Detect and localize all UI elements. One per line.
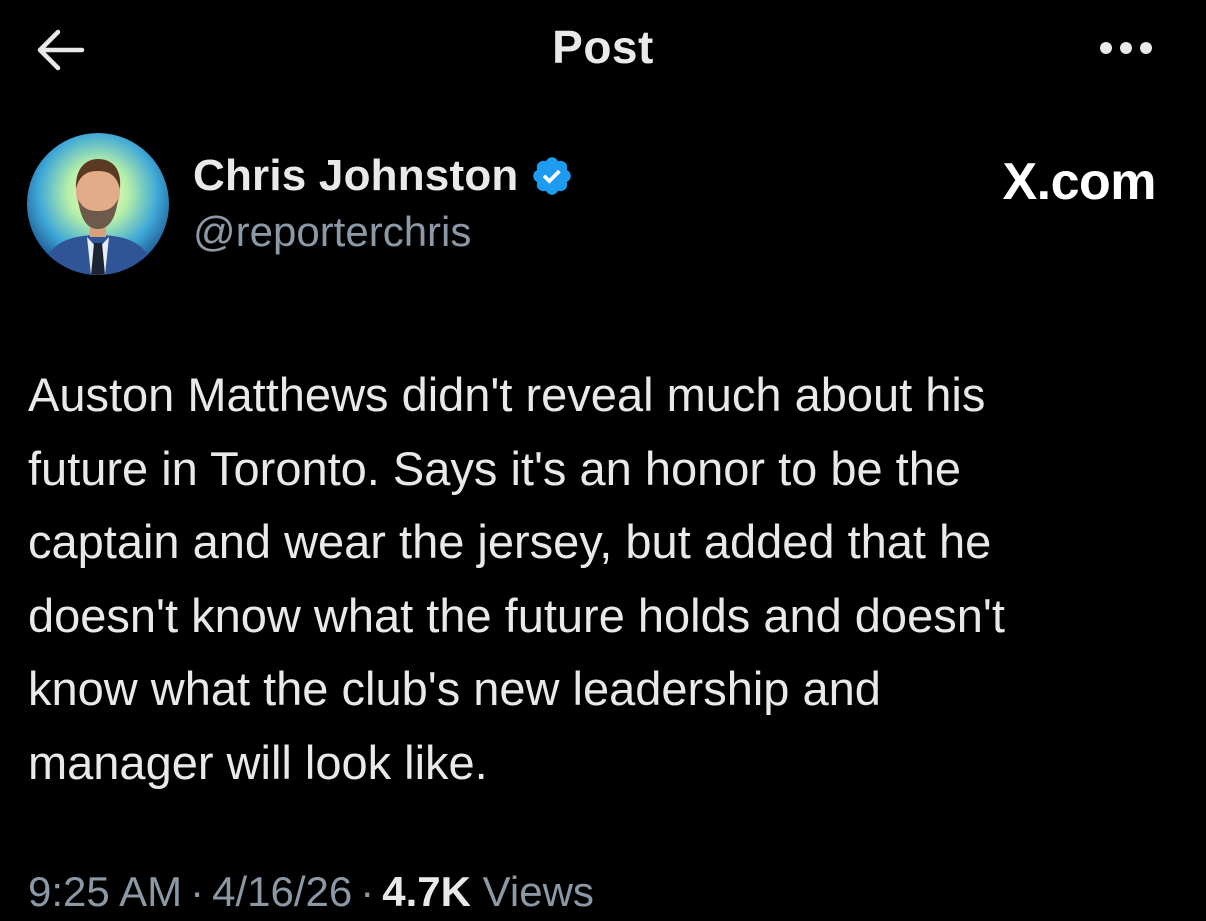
separator: · xyxy=(360,868,375,915)
tweet-text: Auston Matthews didn't reveal much about… xyxy=(28,368,1005,789)
separator: · xyxy=(190,868,205,915)
author-name-row[interactable]: Chris Johnston xyxy=(193,148,574,204)
page-title: Post xyxy=(552,21,654,73)
verified-badge-icon xyxy=(533,157,572,195)
x-com-watermark: X.com xyxy=(1002,153,1156,211)
more-horizontal-icon xyxy=(1100,42,1152,54)
views-count[interactable]: 4.7K xyxy=(382,868,471,915)
views-label[interactable]: Views xyxy=(483,868,594,915)
avatar[interactable] xyxy=(27,133,169,275)
display-name[interactable]: Chris Johnston xyxy=(193,151,518,201)
post-time[interactable]: 9:25 AM xyxy=(28,868,182,915)
tweet-meta: 9:25 AM · 4/16/26 · 4.7K Views xyxy=(28,868,594,916)
author-handle[interactable]: @reporterchris xyxy=(193,208,471,256)
avatar-portrait xyxy=(27,133,169,275)
more-options-button[interactable] xyxy=(1086,24,1166,72)
post-date[interactable]: 4/16/26 xyxy=(212,868,352,915)
